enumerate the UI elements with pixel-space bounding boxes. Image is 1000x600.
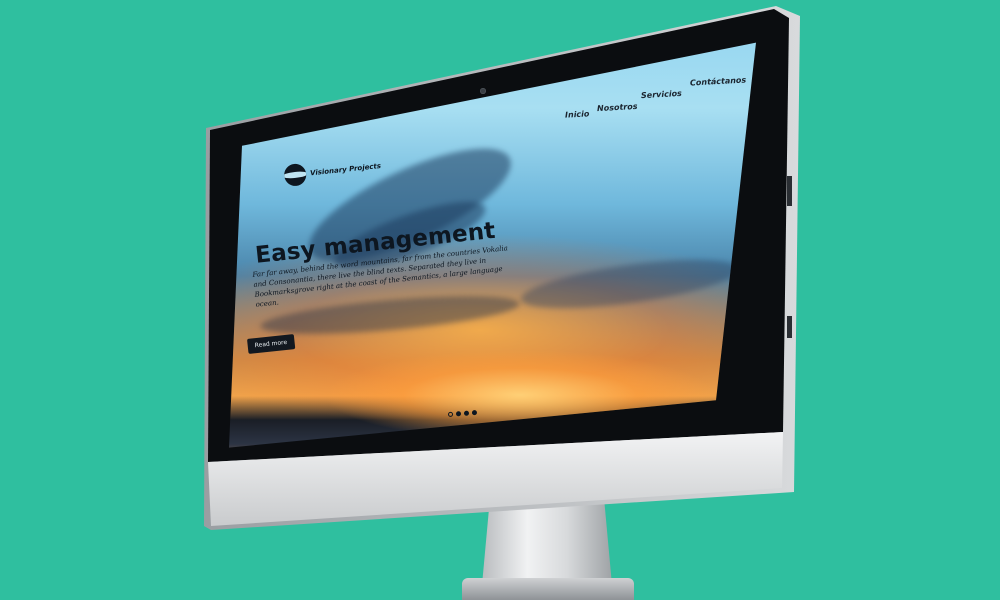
sky-cloud <box>518 249 742 319</box>
slider-dot[interactable] <box>471 409 478 416</box>
nav-item-inicio[interactable]: Inicio <box>565 109 590 119</box>
desktop-background: Inicio Nosotros Servicios Contáctanos Vi… <box>0 0 1000 600</box>
eye-logo-icon <box>283 162 308 188</box>
webcam-icon <box>480 88 486 94</box>
slider-dot[interactable] <box>447 411 454 418</box>
side-port <box>787 316 792 338</box>
logo-text: Visionary Projects <box>309 161 382 178</box>
slider-dot[interactable] <box>455 411 462 417</box>
slider-dot[interactable] <box>463 410 470 416</box>
side-port <box>787 176 792 206</box>
